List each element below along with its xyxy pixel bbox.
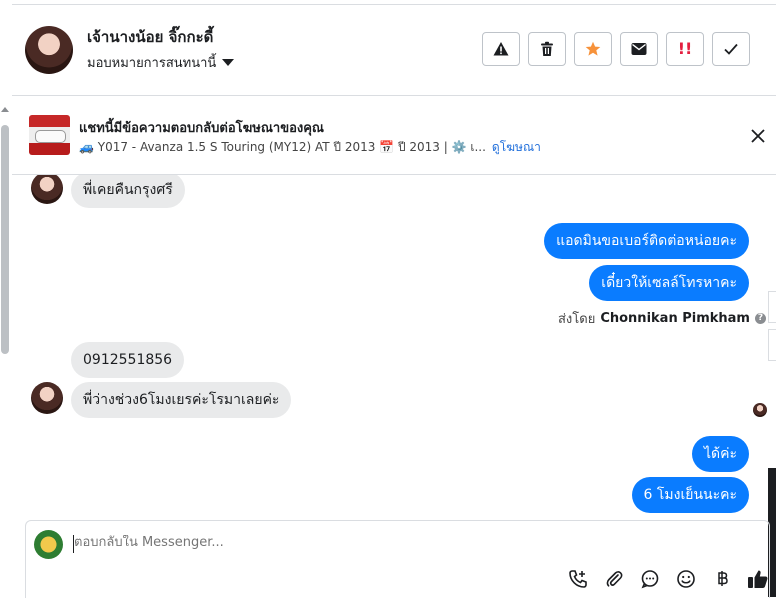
page-avatar <box>34 530 63 559</box>
side-panel-tab[interactable] <box>768 291 776 323</box>
info-icon[interactable]: ? <box>754 313 766 324</box>
scrollbar[interactable] <box>0 107 10 597</box>
sent-by-name: Chonnikan Pimkham <box>600 311 750 326</box>
warning-icon <box>493 42 509 56</box>
sent-by-prefix: ส่งโดย <box>558 312 596 327</box>
caret-down-icon <box>222 59 235 66</box>
contact-avatar-small <box>31 382 63 414</box>
ad-reply-banner: แชทนี้มีข้อความตอบกลับต่อโฆษณาของคุณ 🚙 Y… <box>12 96 776 175</box>
reply-composer <box>25 520 770 598</box>
attachment-icon <box>606 571 623 587</box>
contact-avatar[interactable] <box>25 26 73 74</box>
check-icon <box>724 43 738 55</box>
outgoing-message[interactable]: ได้ค่ะ <box>691 436 749 472</box>
sent-by-label: ส่งโดย Chonnikan Pimkham ? <box>558 308 766 329</box>
read-receipt-avatar <box>753 403 767 417</box>
trash-icon <box>541 41 553 56</box>
incoming-message[interactable]: พี่ว่างช่วง6โมงเยรค่ะโรมาเลยค่ะ <box>71 382 292 418</box>
delete-button[interactable] <box>528 32 566 66</box>
call-add-button[interactable] <box>567 568 589 590</box>
call-add-icon <box>569 570 587 588</box>
ad-thumbnail[interactable] <box>29 115 70 155</box>
reply-input[interactable] <box>74 535 674 550</box>
attach-file-button[interactable] <box>603 568 625 590</box>
mark-done-button[interactable] <box>712 32 750 66</box>
ad-description: 🚙 Y017 - Avanza 1.5 S Touring (MY12) AT … <box>79 140 486 154</box>
ad-banner-subtitle: 🚙 Y017 - Avanza 1.5 S Touring (MY12) AT … <box>79 138 541 157</box>
contact-avatar-small <box>31 175 63 204</box>
assign-label: มอบหมายการสนทนานี้ <box>87 56 217 71</box>
view-ad-link[interactable]: ดูโฆษณา <box>492 140 541 154</box>
contact-name[interactable]: เจ้านางน้อย จิ๊กกะดี้ <box>87 25 213 49</box>
payment-icon <box>718 571 728 586</box>
message-thread: พี่เคยคืนกรุงศรี แอดมินขอเบอร์ติดต่อหน่อ… <box>12 175 776 515</box>
saved-reply-icon <box>641 570 659 589</box>
conversation-header: เจ้านางน้อย จิ๊กกะดี้ มอบหมายการสนทนานี้… <box>12 5 776 96</box>
emoji-icon <box>677 570 695 588</box>
like-button[interactable] <box>747 568 769 590</box>
payment-button[interactable] <box>711 568 733 590</box>
outgoing-message[interactable]: แอดมินขอเบอร์ติดต่อหน่อยคะ <box>544 223 749 259</box>
composer-toolbar <box>567 568 769 590</box>
mark-unread-button[interactable] <box>620 32 658 66</box>
ad-banner-title: แชทนี้มีข้อความตอบกลับต่อโฆษณาของคุณ <box>79 121 324 136</box>
outgoing-message[interactable]: 6 โมงเย็นนะคะ <box>631 477 749 513</box>
scroll-up-arrow[interactable] <box>1 107 9 112</box>
header-actions: !! <box>482 32 750 66</box>
star-button[interactable] <box>574 32 612 66</box>
assign-conversation-dropdown[interactable]: มอบหมายการสนทนานี้ <box>87 52 235 73</box>
emoji-button[interactable] <box>675 568 697 590</box>
incoming-message[interactable]: พี่เคยคืนกรุงศรี <box>71 175 185 208</box>
scrollbar-thumb[interactable] <box>1 125 9 354</box>
side-panel-tab[interactable] <box>768 329 776 361</box>
close-icon[interactable] <box>749 127 767 145</box>
mark-spam-button[interactable] <box>482 32 520 66</box>
star-icon <box>585 41 601 56</box>
envelope-icon <box>631 43 647 55</box>
follow-up-button[interactable]: !! <box>666 32 704 66</box>
outgoing-message[interactable]: เดี๋ยวให้เซลล์โทรหาคะ <box>589 265 749 301</box>
thumbs-up-icon <box>748 570 768 588</box>
saved-replies-button[interactable] <box>639 568 661 590</box>
incoming-message[interactable]: 0912551856 <box>71 342 185 378</box>
follow-up-icon: !! <box>677 39 693 58</box>
